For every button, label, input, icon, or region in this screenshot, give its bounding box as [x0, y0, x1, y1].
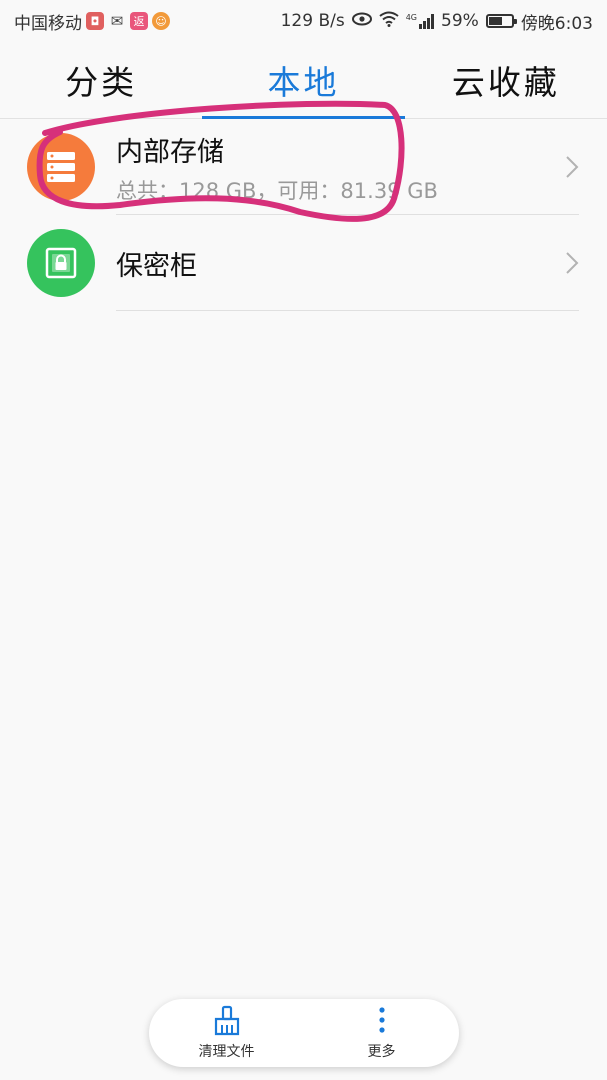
eye-icon: [351, 11, 372, 31]
chevron-right-icon: [566, 252, 579, 274]
more-vertical-icon: [378, 1007, 385, 1033]
storage-usage-text: 总共：128 GB，可用：81.39 GB: [116, 178, 438, 203]
list-item-title: 内部存储: [116, 136, 224, 168]
fanli-icon: 返: [130, 12, 148, 30]
status-bar: 中国移动 ◘ ✉ 返 ☺ 129 B/s 4G 59% 傍晚6:03: [0, 0, 607, 42]
clean-files-label: 清理文件: [198, 1044, 255, 1060]
clock: 傍晚6:03: [520, 13, 593, 34]
chevron-right-icon: [566, 156, 579, 178]
more-label: 更多: [367, 1044, 396, 1060]
tab-category[interactable]: 分类: [0, 42, 202, 118]
tab-label: 本地: [267, 63, 340, 102]
carrier-label: 中国移动: [14, 13, 82, 34]
clean-files-button[interactable]: 清理文件: [149, 999, 304, 1067]
wechat-icon: ✉: [110, 12, 124, 30]
list-item-text: 内部存储 总共：128 GB，可用：81.39 GB: [116, 130, 567, 205]
status-bar-right: 129 B/s 4G 59% 傍晚6:03: [274, 9, 593, 34]
tab-cloud-favorites[interactable]: 云收藏: [405, 42, 607, 118]
battery-icon: [485, 14, 517, 28]
divider: [116, 310, 579, 311]
more-button[interactable]: 更多: [304, 999, 459, 1067]
red-app-icon: ◘: [86, 12, 104, 30]
list-item-safe[interactable]: 保密柜: [0, 215, 607, 311]
list-item-text: 保密柜: [116, 244, 567, 283]
tab-label: 分类: [65, 63, 138, 102]
net-speed: 129 B/s: [280, 11, 345, 31]
tab-label: 云收藏: [451, 63, 560, 102]
storage-list: 内部存储 总共：128 GB，可用：81.39 GB 保密柜: [0, 119, 607, 311]
list-item-internal-storage[interactable]: 内部存储 总共：128 GB，可用：81.39 GB: [0, 119, 607, 215]
cellular-signal-icon: 4G: [405, 13, 435, 29]
tab-bar: 分类 本地 云收藏: [0, 42, 607, 119]
tab-local[interactable]: 本地: [202, 42, 405, 119]
list-item-title: 保密柜: [116, 250, 197, 282]
network-type-label: 4G: [405, 13, 418, 22]
wifi-icon: [379, 11, 399, 32]
tmall-icon: ☺: [152, 12, 170, 30]
status-bar-left: 中国移动 ◘ ✉ 返 ☺: [14, 9, 170, 34]
bottom-action-bar: 清理文件 更多: [149, 999, 459, 1067]
battery-percent: 59%: [441, 11, 479, 31]
safe-lock-icon: [27, 229, 95, 297]
broom-icon: [214, 1005, 239, 1036]
storage-stack-icon: [27, 133, 95, 201]
